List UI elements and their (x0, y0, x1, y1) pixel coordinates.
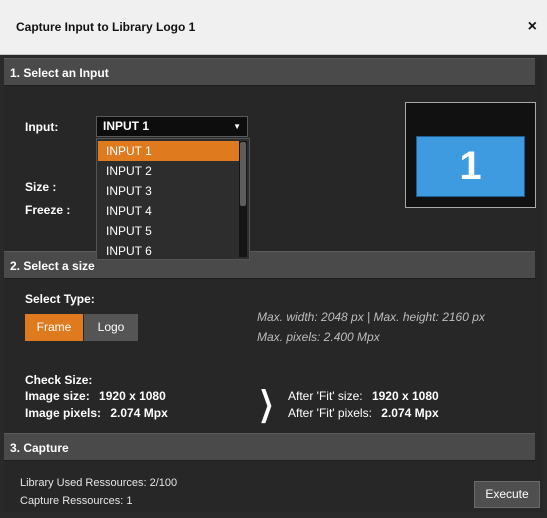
after-fit-pixels-value: 2.074 Mpx (381, 406, 439, 420)
input-preview: 1 (405, 102, 536, 208)
after-fit-size-label: After 'Fit' size: (288, 389, 363, 403)
image-pixels-label: Image pixels: (25, 406, 102, 420)
image-size-row: Image size: 1920 x 1080 (25, 389, 166, 403)
preview-number: 1 (459, 144, 482, 188)
chevron-down-icon: ▼ (233, 122, 241, 131)
frame-button[interactable]: Frame (25, 314, 83, 341)
max-pixels-text: Max. pixels: 2.400 Mpx (257, 330, 380, 344)
image-size-value: 1920 x 1080 (99, 389, 166, 403)
size-label: Size : (25, 180, 57, 194)
after-fit-size-value: 1920 x 1080 (371, 389, 439, 403)
section-select-size-title: 2. Select a size (10, 259, 95, 273)
execute-button-label: Execute (485, 487, 529, 501)
section-select-input-header: 1. Select an Input (4, 58, 535, 86)
close-icon[interactable]: × (528, 18, 537, 36)
dialog-titlebar: Capture Input to Library Logo 1 × (0, 0, 547, 55)
input-dropdown: INPUT 1 INPUT 2 INPUT 3 INPUT 4 INPUT 5 … (96, 138, 250, 260)
dropdown-option-input-6[interactable]: INPUT 6 (98, 241, 239, 261)
section-select-input-title: 1. Select an Input (10, 66, 109, 80)
freeze-label: Freeze : (25, 203, 71, 217)
max-dimensions-text: Max. width: 2048 px | Max. height: 2160 … (257, 310, 485, 324)
select-type-label: Select Type: (25, 292, 95, 306)
dropdown-option-input-4[interactable]: INPUT 4 (98, 201, 239, 221)
input-label: Input: (25, 120, 59, 134)
image-pixels-value: 2.074 Mpx (110, 406, 168, 420)
after-fit-pixels-label: After 'Fit' pixels: (288, 406, 372, 420)
section-capture-title: 3. Capture (10, 441, 69, 455)
dropdown-option-input-5[interactable]: INPUT 5 (98, 221, 239, 241)
image-pixels-row: Image pixels: 2.074 Mpx (25, 406, 168, 420)
after-fit-size-row: After 'Fit' size: 1920 x 1080 (288, 389, 439, 403)
frame-button-label: Frame (36, 320, 72, 334)
execute-button[interactable]: Execute (474, 481, 540, 508)
image-size-label: Image size: (25, 389, 90, 403)
section-select-size-header: 2. Select a size (4, 251, 535, 279)
after-fit-pixels-row: After 'Fit' pixels: 2.074 Mpx (288, 406, 439, 420)
dialog-title: Capture Input to Library Logo 1 (16, 20, 196, 34)
input-select-value: INPUT 1 (103, 119, 150, 133)
logo-button[interactable]: Logo (84, 314, 138, 341)
check-size-label: Check Size: (25, 373, 93, 387)
capture-resources: Capture Ressources: 1 (20, 495, 133, 507)
section-capture-header: 3. Capture (4, 433, 535, 461)
dropdown-option-input-1[interactable]: INPUT 1 (98, 141, 239, 161)
dropdown-scroll-thumb[interactable] (240, 142, 246, 206)
dropdown-option-input-3[interactable]: INPUT 3 (98, 181, 239, 201)
logo-button-label: Logo (97, 320, 125, 334)
preview-screen: 1 (416, 136, 525, 197)
input-select[interactable]: INPUT 1 ▼ (96, 116, 248, 137)
chevron-right-icon: ❯ (258, 385, 275, 423)
dropdown-option-input-2[interactable]: INPUT 2 (98, 161, 239, 181)
library-used-resources: Library Used Ressources: 2/100 (20, 477, 178, 489)
